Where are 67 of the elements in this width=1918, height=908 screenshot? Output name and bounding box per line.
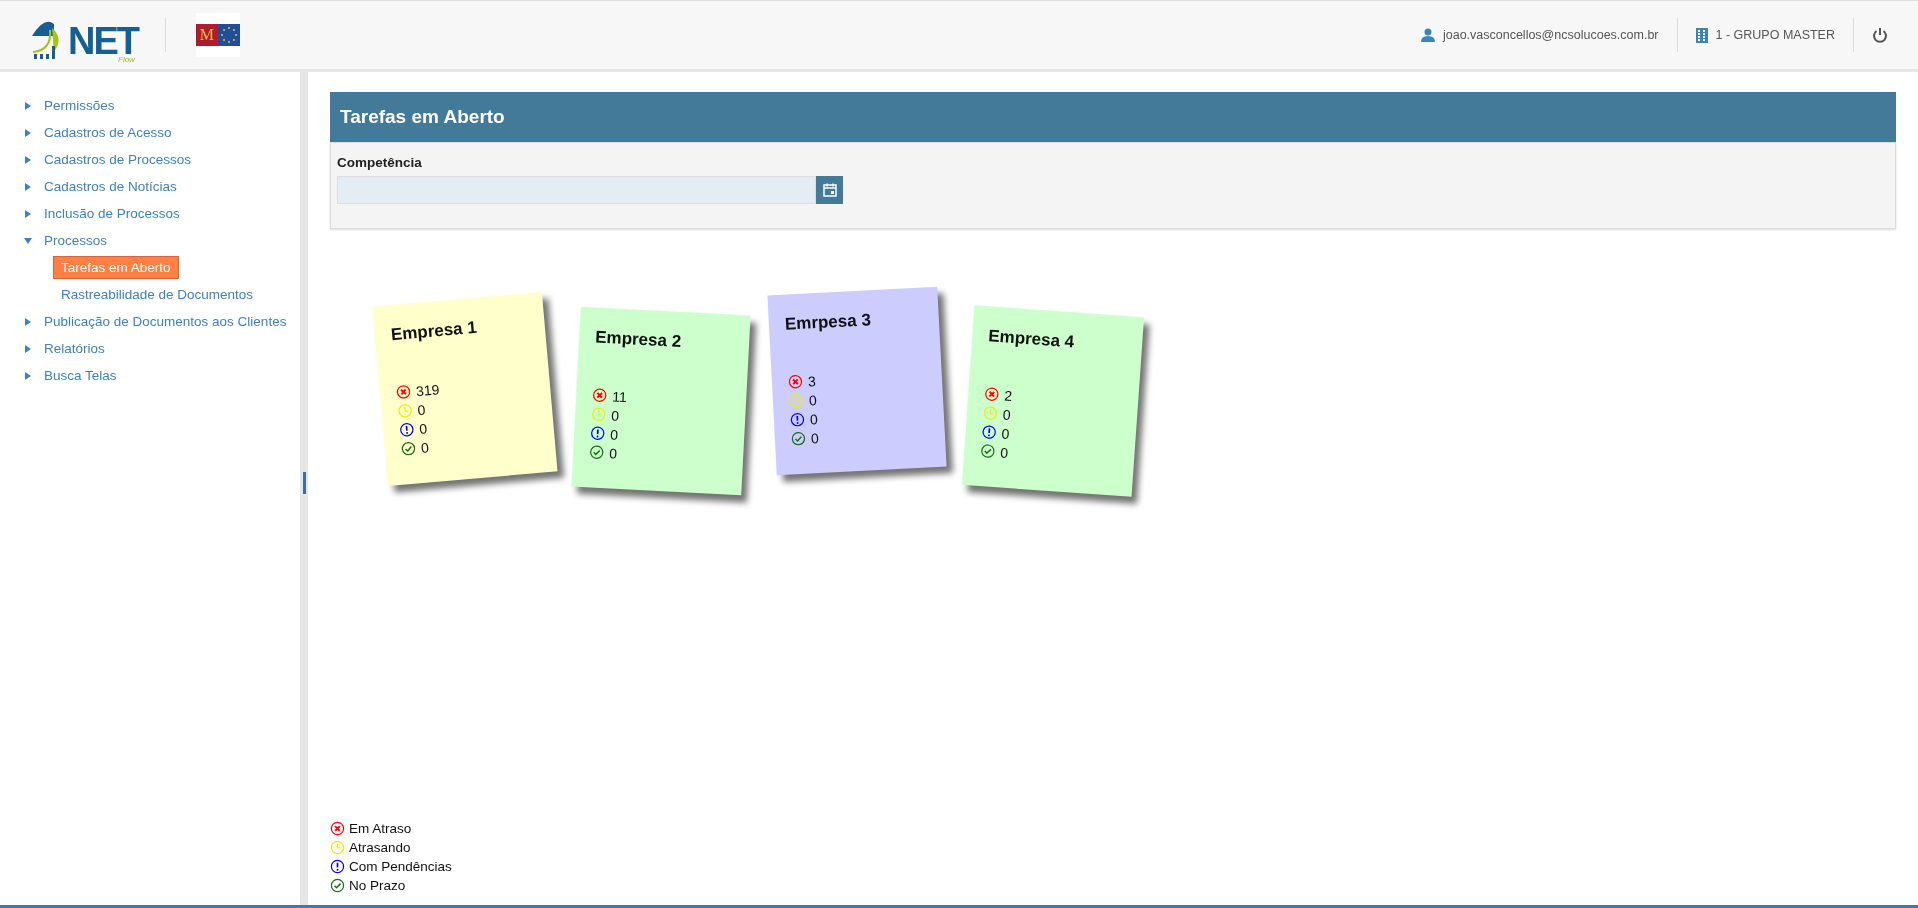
clock-icon xyxy=(397,402,414,419)
sidebar-subitem[interactable]: Tarefas em Aberto xyxy=(53,256,179,279)
sidebar-item[interactable]: Cadastros de Processos xyxy=(44,152,192,167)
status-count: 319 xyxy=(415,380,440,399)
status-count: 0 xyxy=(420,438,430,456)
status-count: 0 xyxy=(609,425,619,443)
sidebar-item[interactable]: Cadastros de Acesso xyxy=(44,125,172,140)
status-count: 0 xyxy=(1001,425,1010,442)
error-circle-icon xyxy=(787,373,804,390)
sidebar-item[interactable]: Relatórios xyxy=(44,341,105,356)
status-count: 0 xyxy=(1002,406,1012,423)
calendar-button[interactable] xyxy=(816,176,843,204)
status-count: 0 xyxy=(999,443,1009,461)
clock-icon xyxy=(330,840,345,855)
clock-icon xyxy=(788,392,805,409)
splitter-handle[interactable] xyxy=(303,472,306,494)
legend-label: Atrasando xyxy=(349,840,411,855)
field-label: Competência xyxy=(337,155,423,170)
user-email: joao.vasconcellos@ncsolucoes.com.br xyxy=(1442,28,1659,42)
building-icon xyxy=(1695,27,1708,43)
legend-label: No Prazo xyxy=(349,878,406,893)
error-circle-icon xyxy=(591,387,608,404)
error-circle-icon xyxy=(395,383,412,400)
clock-icon xyxy=(590,406,607,423)
status-count: 11 xyxy=(611,387,628,405)
sidebar-item[interactable]: Busca Telas xyxy=(44,368,117,383)
partner-logo: M xyxy=(195,13,240,57)
sidebar-item[interactable]: Inclusão de Processos xyxy=(44,206,180,221)
clock-icon xyxy=(982,405,999,422)
power-icon[interactable] xyxy=(1872,27,1888,43)
status-count: 0 xyxy=(808,391,818,409)
error-circle-icon xyxy=(983,386,1000,403)
check-circle-icon xyxy=(790,430,807,447)
status-count: 0 xyxy=(418,420,428,437)
error-circle-icon xyxy=(330,821,345,836)
panel-title: Tarefas em Aberto xyxy=(330,92,1896,142)
company-name: Empresa 2 xyxy=(594,327,683,353)
user-icon xyxy=(1420,28,1435,42)
check-circle-icon xyxy=(588,444,605,461)
check-circle-icon xyxy=(979,443,996,460)
status-count: 0 xyxy=(416,401,427,418)
status-count: 0 xyxy=(608,444,618,462)
company-name: 1 - GRUPO MASTER xyxy=(1715,28,1835,42)
date-input[interactable] xyxy=(337,176,816,204)
company-name: Emrpesa 3 xyxy=(784,309,873,335)
status-count: 0 xyxy=(809,410,819,427)
status-count: 3 xyxy=(807,372,817,390)
company-name: Empresa 1 xyxy=(390,316,479,346)
exclamation-circle-icon xyxy=(330,859,345,874)
exclamation-circle-icon xyxy=(589,425,606,442)
status-count: 0 xyxy=(810,429,820,446)
sidebar-item[interactable]: Publicação de Documentos aos Clientes xyxy=(44,314,287,329)
legend-label: Em Atraso xyxy=(349,821,412,836)
status-count: 2 xyxy=(1003,387,1013,404)
calendar-icon xyxy=(822,183,837,197)
sidebar-subitem[interactable]: Rastreabilidade de Documentos xyxy=(53,283,262,306)
exclamation-circle-icon xyxy=(789,411,806,428)
exclamation-circle-icon xyxy=(398,421,415,438)
legend-label: Com Pendências xyxy=(349,859,452,874)
check-circle-icon xyxy=(330,878,345,893)
exclamation-circle-icon xyxy=(981,424,998,441)
sidebar-item[interactable]: Permissões xyxy=(44,98,115,113)
sidebar-item[interactable]: Processos xyxy=(44,233,108,248)
check-circle-icon xyxy=(400,440,417,457)
company-name: Empresa 4 xyxy=(987,326,1076,354)
status-count: 0 xyxy=(610,406,620,424)
sidebar-item[interactable]: Cadastros de Notícias xyxy=(44,179,177,194)
